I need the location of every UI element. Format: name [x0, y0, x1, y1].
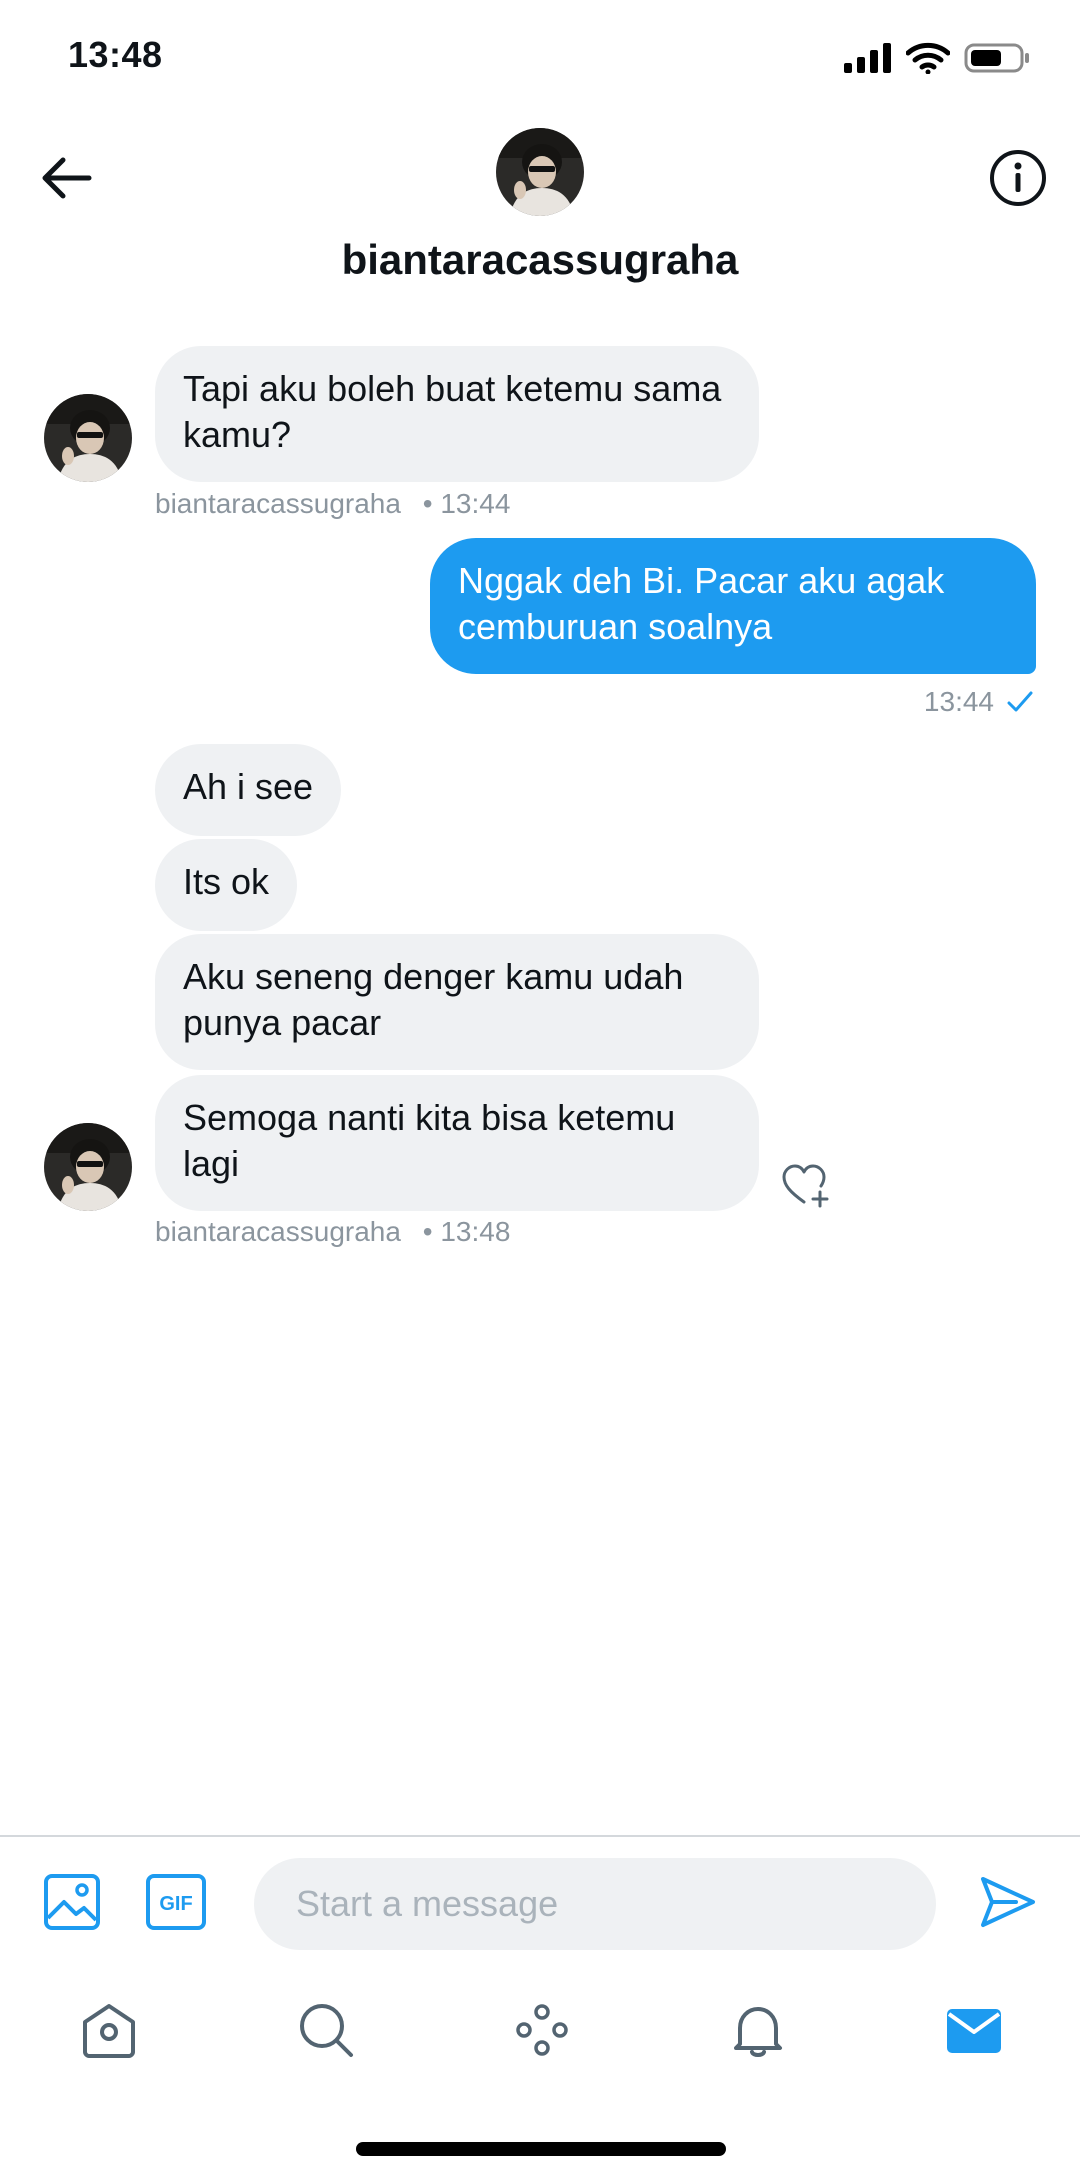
mail-icon	[947, 2009, 1001, 2053]
message-composer: GIF	[0, 1838, 1080, 1968]
message-time: • 13:44	[422, 488, 511, 519]
info-button[interactable]	[986, 146, 1050, 210]
bottom-tab-bar	[0, 1985, 1080, 2075]
message-meta: biantaracassugraha • 13:44	[155, 488, 510, 520]
check-icon	[1007, 691, 1033, 712]
heart-plus-icon	[782, 1164, 829, 1208]
tab-spaces[interactable]	[507, 1995, 577, 2065]
message-bubble-incoming[interactable]: Tapi aku boleh buat ketemu sama kamu?	[155, 346, 759, 482]
message-time: 13:44	[923, 686, 994, 717]
send-icon	[981, 1877, 1035, 1927]
home-icon	[83, 2004, 135, 2058]
conversation-username: biantaracassugraha	[341, 236, 739, 283]
tab-search[interactable]	[291, 1995, 361, 2065]
react-button[interactable]	[780, 1162, 832, 1210]
message-bubble-incoming[interactable]: Aku seneng denger kamu udah punya pacar	[155, 934, 759, 1070]
wifi-icon	[906, 42, 950, 74]
search-icon	[300, 2004, 353, 2057]
conversation-header: biantaracassugraha	[0, 110, 1080, 300]
home-indicator	[356, 2142, 726, 2156]
back-button[interactable]	[34, 146, 98, 210]
status-icons	[844, 38, 1030, 78]
gif-label: GIF	[159, 1893, 192, 1915]
message-time: • 13:48	[422, 1216, 511, 1247]
status-bar: 13:48	[0, 0, 1080, 110]
info-icon	[990, 150, 1046, 206]
add-gif-button[interactable]: GIF	[144, 1870, 208, 1934]
message-bubble-incoming[interactable]: Ah i see	[155, 744, 342, 836]
signal-icon	[844, 43, 891, 73]
bell-icon	[734, 2007, 782, 2057]
gif-icon: GIF	[146, 1874, 206, 1930]
battery-icon	[964, 43, 1029, 73]
message-bubble-incoming[interactable]: Its ok	[155, 839, 298, 931]
message-bubble-outgoing[interactable]: Nggak deh Bi. Pacar aku agak cemburuan s…	[430, 538, 1036, 674]
sent-meta: 13:44	[924, 686, 1034, 718]
header-avatar[interactable]	[496, 128, 584, 216]
tab-notifications[interactable]	[723, 1995, 793, 2065]
composer-divider	[0, 1835, 1080, 1837]
add-image-button[interactable]	[40, 1870, 104, 1934]
image-icon	[44, 1874, 100, 1930]
message-sender: biantaracassugraha	[155, 1216, 401, 1247]
sender-avatar[interactable]	[44, 1123, 132, 1211]
sender-avatar[interactable]	[44, 394, 132, 482]
status-time: 13:48	[68, 34, 163, 75]
message-bubble-incoming[interactable]: Semoga nanti kita bisa ketemu lagi	[155, 1075, 759, 1211]
message-input[interactable]	[254, 1858, 936, 1950]
spaces-icon	[516, 2004, 568, 2056]
message-sender: biantaracassugraha	[155, 488, 401, 519]
back-arrow-icon	[42, 157, 92, 199]
send-button[interactable]	[976, 1870, 1040, 1934]
tab-home[interactable]	[74, 1995, 144, 2065]
message-meta: biantaracassugraha • 13:48	[155, 1216, 510, 1248]
tab-messages[interactable]	[939, 1995, 1009, 2065]
